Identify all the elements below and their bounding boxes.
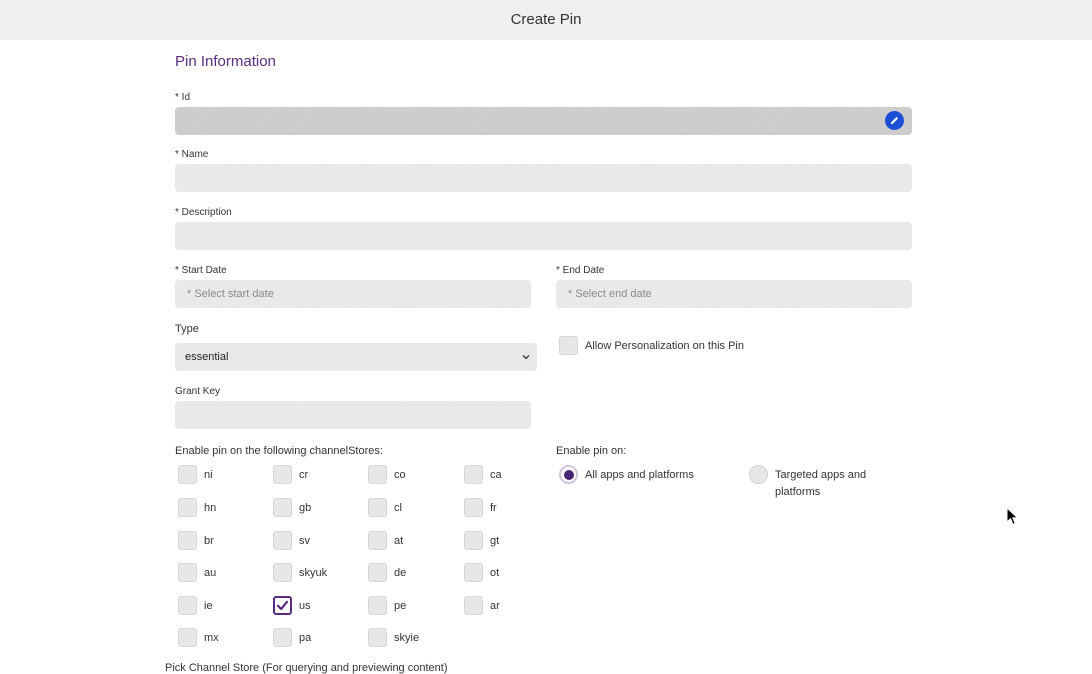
channel-store-label-hn: hn [204,502,217,514]
channel-store-checkbox-ca[interactable] [464,465,483,484]
personalization-label: Allow Personalization on this Pin [585,340,744,352]
type-select[interactable]: essential [175,343,537,371]
channel-store-label-pa: pa [299,632,312,644]
radio-targeted-apps-label-line2: platforms [775,486,821,498]
channel-store-label-pe: pe [394,600,407,612]
channel-store-label-us: us [299,600,311,612]
channel-store-label-ca: ca [490,469,502,481]
channel-store-label-ar: ar [490,600,500,612]
channel-store-label-de: de [394,567,407,579]
chevron-down-icon [522,343,530,382]
channel-store-checkbox-gt[interactable] [464,531,483,550]
id-label: * Id [175,92,191,103]
channel-store-label-cl: cl [394,502,402,514]
radio-all-apps[interactable] [559,465,578,484]
type-select-value: essential [185,351,229,363]
channel-store-checkbox-ar[interactable] [464,596,483,615]
channel-store-checkbox-gb[interactable] [273,498,292,517]
pencil-icon[interactable] [885,111,904,130]
channel-store-label-cr: cr [299,469,309,481]
channel-store-checkbox-ot[interactable] [464,563,483,582]
channel-store-checkbox-cl[interactable] [368,498,387,517]
channel-store-label-skyuk: skyuk [299,567,328,579]
enable-on-label: Enable pin on: [556,445,627,457]
channel-store-checkbox-au[interactable] [178,563,197,582]
mouse-pointer-icon [1006,506,1019,531]
channel-store-label-ni: ni [204,469,213,481]
channel-store-checkbox-ie[interactable] [178,596,197,615]
radio-all-apps-label: All apps and platforms [585,469,694,481]
channel-store-checkbox-br[interactable] [178,531,197,550]
channel-store-checkbox-us[interactable] [273,596,292,615]
channel-store-label-gb: gb [299,502,312,514]
page-title: Create Pin [510,11,582,28]
name-label: * Name [175,149,209,160]
type-label: Type [175,323,199,335]
channel-store-label-at: at [394,535,404,547]
name-field[interactable] [175,164,912,192]
channel-store-checkbox-skyuk[interactable] [273,563,292,582]
channel-store-checkbox-ni[interactable] [178,465,197,484]
radio-targeted-apps[interactable] [749,465,768,484]
check-icon [276,600,289,611]
channel-store-label-ot: ot [490,567,500,579]
grant-key-field[interactable] [175,401,531,429]
description-label: * Description [175,207,232,218]
channel-store-checkbox-mx[interactable] [178,628,197,647]
channel-store-label-br: br [204,535,214,547]
start-date-label: * Start Date [175,265,227,276]
channel-store-label-co: co [394,469,406,481]
radio-targeted-apps-label-line1: Targeted apps and [775,469,867,481]
end-date-label: * End Date [556,265,605,276]
channel-store-checkbox-pe[interactable] [368,596,387,615]
channel-stores-label: Enable pin on the following channelStore… [175,445,383,457]
channel-store-checkbox-sv[interactable] [273,531,292,550]
channel-store-checkbox-co[interactable] [368,465,387,484]
channel-store-checkbox-fr[interactable] [464,498,483,517]
channel-store-label-skyie: skyie [394,632,420,644]
channel-store-checkbox-cr[interactable] [273,465,292,484]
channel-store-checkbox-at[interactable] [368,531,387,550]
channel-store-label-ie: ie [204,600,213,612]
channel-store-checkbox-de[interactable] [368,563,387,582]
channel-store-checkbox-hn[interactable] [178,498,197,517]
channel-store-label-gt: gt [490,535,500,547]
start-date-field[interactable] [175,280,531,308]
personalization-checkbox[interactable] [559,336,578,355]
channel-store-checkbox-skyie[interactable] [368,628,387,647]
channel-store-label-sv: sv [299,535,310,547]
end-date-field[interactable] [556,280,912,308]
section-title: Pin Information [175,53,276,70]
pick-channel-label: Pick Channel Store (For querying and pre… [165,662,448,674]
top-bar: Create Pin [0,0,1092,40]
radio-dot [563,469,574,480]
id-field[interactable] [175,107,912,135]
channel-store-label-fr: fr [490,502,497,514]
channel-store-checkbox-pa[interactable] [273,628,292,647]
grant-key-label: Grant Key [175,386,221,397]
channel-store-label-au: au [204,567,217,579]
channel-store-label-mx: mx [204,632,219,644]
description-field[interactable] [175,222,912,250]
